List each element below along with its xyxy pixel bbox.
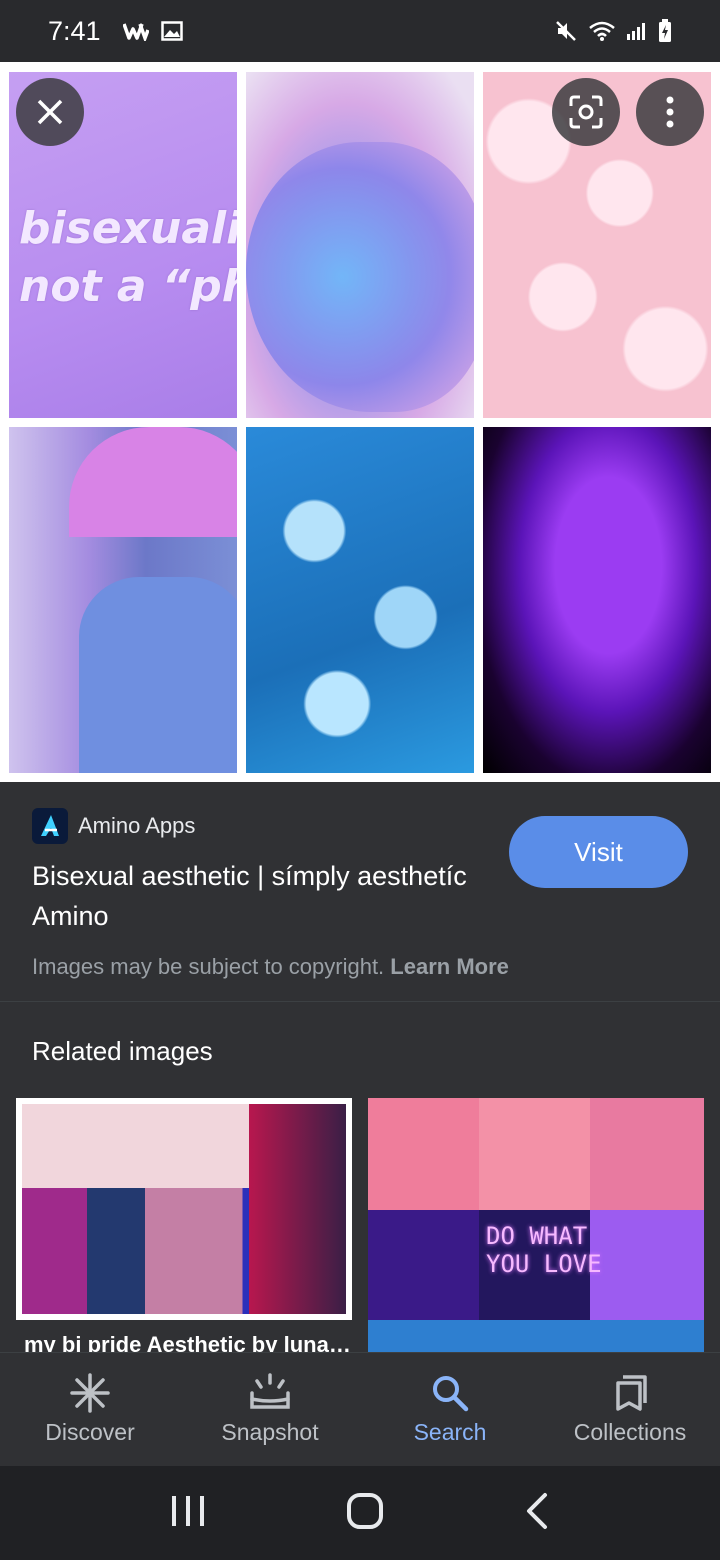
image-tile-4[interactable] bbox=[9, 427, 237, 773]
wattpad-icon bbox=[122, 21, 149, 41]
recent-apps-button[interactable] bbox=[170, 1493, 206, 1534]
image-grid: bisexuality not a “pha bbox=[0, 62, 720, 782]
hoodie-shape bbox=[79, 577, 237, 773]
image-tile-6[interactable] bbox=[483, 427, 711, 773]
related-image-1[interactable] bbox=[16, 1098, 352, 1320]
wifi-icon bbox=[588, 20, 616, 42]
bottom-navigation: Discover Snapshot Search Collections bbox=[0, 1352, 720, 1466]
snapshot-icon bbox=[250, 1373, 290, 1409]
status-bar: 7:41 bbox=[0, 0, 720, 62]
back-button[interactable] bbox=[524, 1492, 550, 1535]
learn-more-link[interactable]: Learn More bbox=[390, 954, 509, 979]
related-images-heading: Related images bbox=[32, 1036, 213, 1066]
nav-search[interactable]: Search bbox=[360, 1353, 540, 1466]
battery-charging-icon bbox=[658, 19, 672, 43]
recent-apps-icon bbox=[172, 1495, 204, 1526]
status-right-icons bbox=[554, 19, 672, 43]
more-options-button[interactable] bbox=[636, 78, 704, 146]
collections-icon bbox=[616, 1375, 647, 1411]
related-image-2[interactable]: DO WHAT YOU LOVE bbox=[368, 1098, 704, 1352]
result-info-panel: Amino Apps Bisexual aesthetic | símply a… bbox=[0, 782, 720, 1002]
cap-shape bbox=[69, 427, 237, 537]
asterisk-icon bbox=[70, 1373, 110, 1413]
nav-snapshot[interactable]: Snapshot bbox=[180, 1353, 360, 1466]
home-button[interactable] bbox=[346, 1492, 384, 1535]
source-name: Amino Apps bbox=[78, 813, 196, 838]
nav-snapshot-label: Snapshot bbox=[221, 1419, 319, 1445]
visit-button[interactable]: Visit bbox=[509, 816, 688, 888]
nav-discover-label: Discover bbox=[45, 1419, 135, 1445]
search-icon bbox=[433, 1376, 469, 1412]
more-vert-icon bbox=[666, 96, 674, 128]
tile-overlay-text: bisexuality not a “pha bbox=[19, 203, 237, 312]
result-title[interactable]: Bisexual aesthetic | símply aesthetíc Am… bbox=[32, 856, 472, 936]
close-icon bbox=[37, 99, 63, 125]
signal-icon bbox=[626, 21, 648, 41]
nav-discover[interactable]: Discover bbox=[0, 1353, 180, 1466]
nav-collections-label: Collections bbox=[573, 1419, 687, 1445]
neon-text: DO WHAT YOU LOVE bbox=[486, 1222, 602, 1278]
mute-icon bbox=[554, 19, 578, 43]
system-navigation-bar bbox=[0, 1466, 720, 1560]
status-time: 7:41 bbox=[48, 15, 101, 46]
lens-button[interactable] bbox=[552, 78, 620, 146]
copyright-text: Images may be subject to copyright. bbox=[32, 954, 385, 979]
source-row[interactable]: Amino Apps bbox=[32, 808, 195, 844]
section-divider bbox=[0, 1001, 720, 1002]
image-tile-5[interactable] bbox=[246, 427, 474, 773]
related-image-2-row bbox=[368, 1320, 704, 1352]
amino-logo-icon bbox=[32, 808, 68, 844]
nav-collections[interactable]: Collections bbox=[540, 1353, 720, 1466]
gallery-icon bbox=[160, 21, 183, 41]
back-icon bbox=[527, 1492, 547, 1529]
lens-icon bbox=[569, 95, 603, 129]
glitter-shape bbox=[246, 142, 474, 412]
related-image-1-collage bbox=[22, 1104, 346, 1314]
nav-search-label: Search bbox=[413, 1419, 487, 1445]
home-icon bbox=[347, 1492, 383, 1529]
status-app-icons bbox=[122, 21, 183, 41]
close-button[interactable] bbox=[16, 78, 84, 146]
copyright-notice: Images may be subject to copyright. Lear… bbox=[32, 954, 509, 980]
image-tile-2[interactable] bbox=[246, 72, 474, 418]
